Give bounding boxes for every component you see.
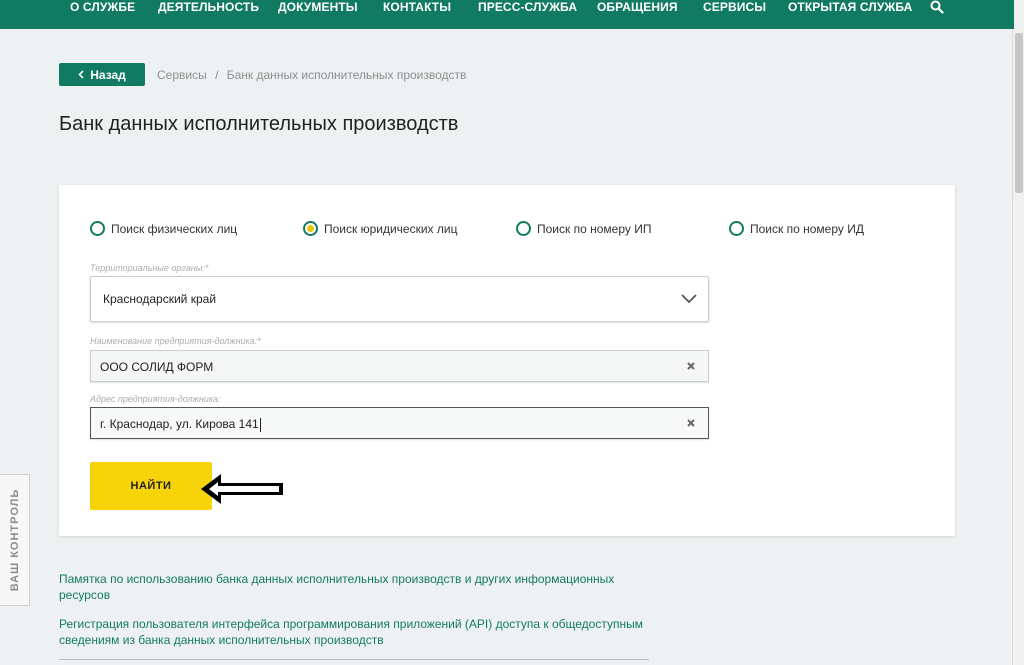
api-registration-link[interactable]: Регистрация пользователя интерфейса прог… [59,616,649,648]
clear-icon[interactable] [686,361,696,371]
nav-item-open-service[interactable]: ОТКРЫТАЯ СЛУЖБА [788,0,912,14]
search-icon[interactable] [930,0,944,14]
feedback-side-tab[interactable]: ВАШ КОНТРОЛЬ [0,474,30,606]
radio-label: Поиск по номеру ИД [750,221,864,236]
breadcrumb-separator: / [215,68,219,82]
nav-item-contacts[interactable]: КОНТАКТЫ [383,0,451,14]
back-button[interactable]: Назад [59,63,145,86]
side-tab-label: ВАШ КОНТРОЛЬ [8,488,21,592]
radio-label: Поиск по номеру ИП [537,221,652,236]
region-select-value: Краснодарский край [103,292,217,306]
divider [59,659,649,660]
region-field-label: Территориальные органы:* [90,263,209,273]
company-field-label: Наименование предприятия-должника:* [90,336,261,346]
radio-search-legal-entities[interactable]: Поиск юридических лиц [303,221,457,236]
region-select[interactable]: Краснодарский край [90,276,709,322]
company-name-value: ООО СОЛИД ФОРМ [100,360,214,374]
radio-circle[interactable] [729,221,744,236]
radio-label: Поиск юридических лиц [324,221,458,236]
nav-item-press[interactable]: ПРЕСС-СЛУЖБА [478,0,577,14]
company-name-input[interactable]: ООО СОЛИД ФОРМ [90,350,709,382]
nav-item-appeals[interactable]: ОБРАЩЕНИЯ [597,0,678,14]
nav-item-activity[interactable]: ДЕЯТЕЛЬНОСТЬ [158,0,259,14]
radio-circle[interactable] [516,221,531,236]
nav-item-services[interactable]: СЕРВИСЫ [703,0,766,14]
radio-search-id-number[interactable]: Поиск по номеру ИД [729,221,864,236]
find-button-label: НАЙТИ [130,480,172,492]
page-title: Банк данных исполнительных производств [59,113,459,135]
address-value: г. Краснодар, ул. Кирова 141 [100,417,261,432]
scrollbar-thumb[interactable] [1015,33,1023,193]
memo-link[interactable]: Памятка по использованию банка данных ис… [59,571,649,603]
radio-label: Поиск физических лиц [111,221,238,236]
breadcrumb: Сервисы / Банк данных исполнительных про… [157,68,466,82]
radio-search-individuals[interactable]: Поиск физических лиц [90,221,237,236]
nav-item-documents[interactable]: ДОКУМЕНТЫ [278,0,358,14]
find-button[interactable]: НАЙТИ [90,462,212,510]
nav-item-about[interactable]: О СЛУЖБЕ [70,0,135,14]
address-input[interactable]: г. Краснодар, ул. Кирова 141 [90,407,709,439]
chevron-left-icon [78,70,84,79]
radio-search-ip-number[interactable]: Поиск по номеру ИП [516,221,651,236]
page-scrollbar[interactable] [1012,29,1024,665]
clear-icon[interactable] [686,418,696,428]
top-navigation: О СЛУЖБЕ ДЕЯТЕЛЬНОСТЬ ДОКУМЕНТЫ КОНТАКТЫ… [0,0,1014,29]
text-caret [259,417,261,432]
search-form-card: Поиск физических лиц Поиск юридических л… [59,185,955,536]
chevron-down-icon [681,294,697,304]
breadcrumb-current: Банк данных исполнительных производств [226,68,467,82]
address-field-label: Адрес предприятия-должника: [90,394,221,404]
arrow-left-icon [201,474,283,504]
breadcrumb-services[interactable]: Сервисы [157,68,207,82]
radio-circle-checked[interactable] [303,221,318,236]
radio-circle[interactable] [90,221,105,236]
back-button-label: Назад [90,67,126,82]
